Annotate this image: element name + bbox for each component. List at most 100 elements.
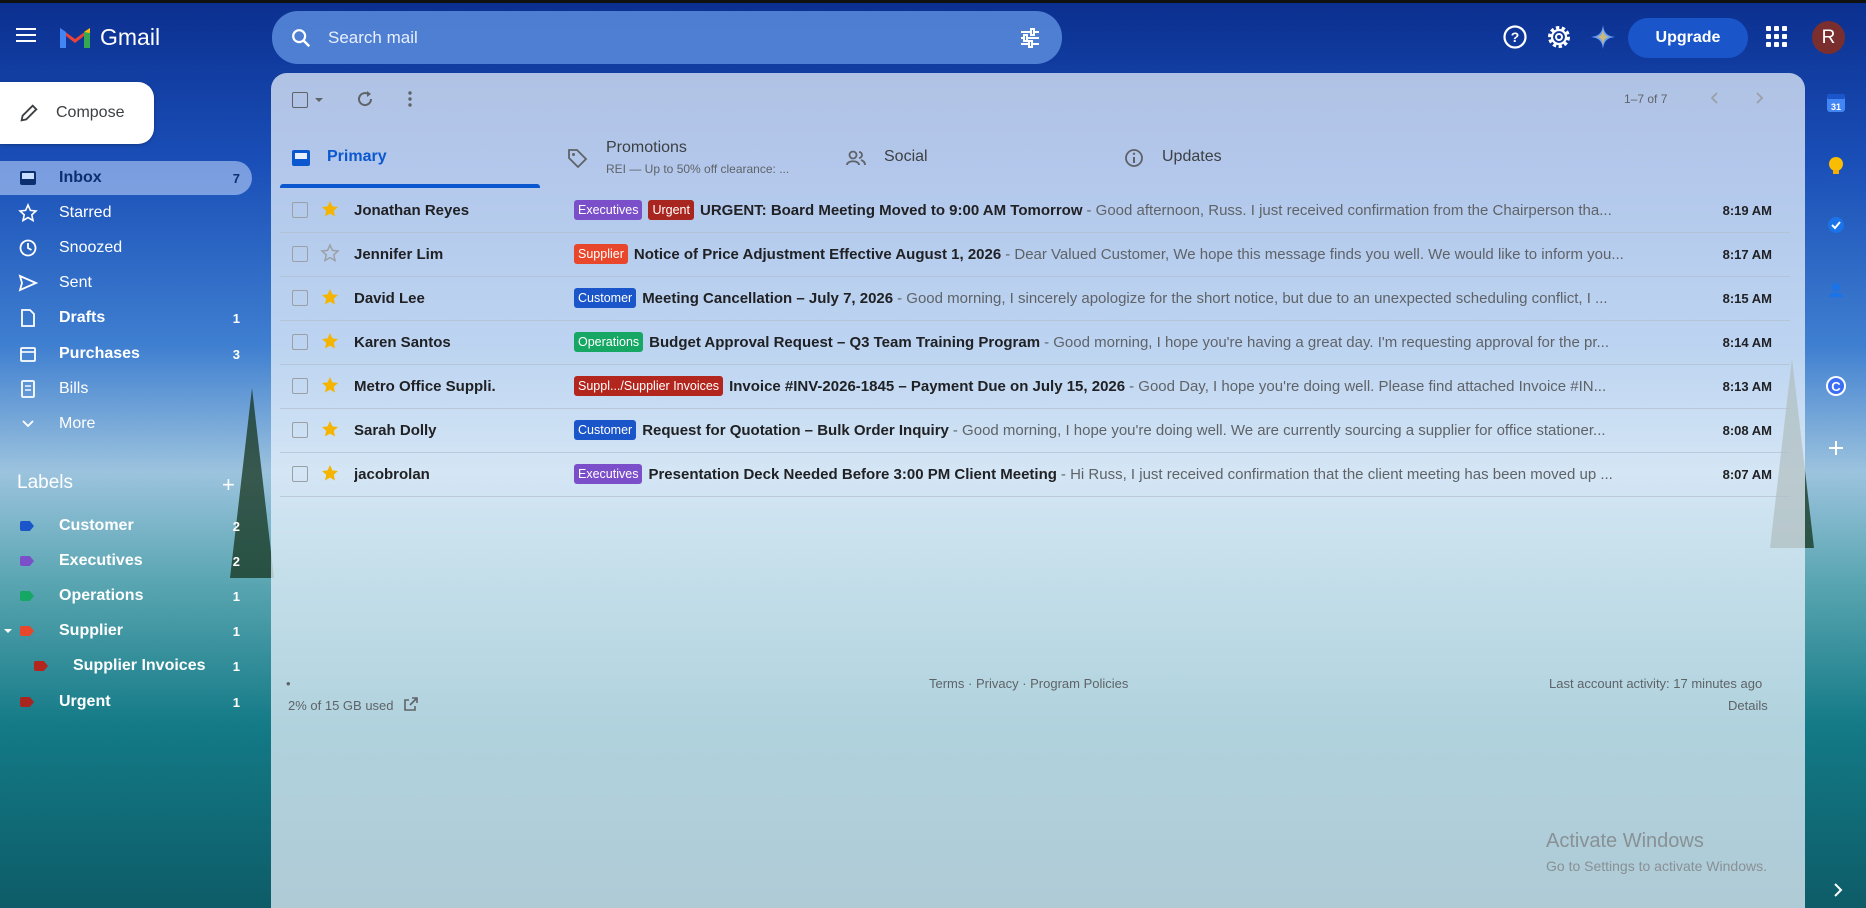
- star-icon[interactable]: [320, 331, 340, 351]
- tab-primary[interactable]: Primary: [280, 128, 540, 188]
- email-sender: Karen Santos: [354, 333, 451, 351]
- help-icon[interactable]: ?: [1501, 23, 1529, 51]
- settings-gear-icon[interactable]: [1545, 23, 1573, 51]
- search-bar[interactable]: [272, 11, 1062, 64]
- email-sender: Jennifer Lim: [354, 245, 444, 263]
- search-input[interactable]: [326, 26, 1018, 49]
- row-checkbox[interactable]: [292, 422, 308, 438]
- gemini-sparkle-icon[interactable]: [1589, 23, 1617, 51]
- email-label-chip[interactable]: Executives: [574, 464, 643, 484]
- email-row[interactable]: David Lee Customer Meeting Cancellation – …: [280, 276, 1790, 321]
- add-label-icon[interactable]: +: [222, 472, 235, 498]
- email-label-chip[interactable]: Executives: [574, 200, 643, 220]
- email-subject: Request for Quotation – Bulk Order Inqui…: [642, 421, 949, 439]
- more-options-icon[interactable]: [400, 89, 420, 109]
- email-time: 8:13 AM: [1722, 378, 1772, 394]
- star-icon[interactable]: [320, 243, 340, 263]
- nav-count: 1: [232, 623, 240, 639]
- email-label-chip[interactable]: Supplier: [574, 244, 628, 264]
- keep-icon[interactable]: [1818, 148, 1854, 184]
- nav-item-starred[interactable]: Starred: [0, 196, 252, 230]
- email-row[interactable]: Jonathan Reyes Executives Urgent URGENT: Bo…: [280, 188, 1790, 233]
- email-snippet: - Good morning, I hope you're having a g…: [1044, 333, 1610, 351]
- compose-button[interactable]: Compose: [0, 82, 154, 144]
- email-body: Customer Meeting Cancellation – July 7, 2…: [574, 288, 1866, 308]
- row-checkbox[interactable]: [292, 246, 308, 262]
- star-icon[interactable]: [320, 287, 340, 307]
- email-row[interactable]: Karen Santos Operations Budget Approval Re…: [280, 320, 1790, 365]
- nav-item-snoozed[interactable]: Snoozed: [0, 231, 252, 265]
- email-label-chip[interactable]: Customer: [574, 288, 637, 308]
- label-item-operations[interactable]: Operations 1: [0, 579, 252, 613]
- open-in-new-icon[interactable]: [403, 696, 419, 712]
- expand-panel-chevron-icon[interactable]: [1826, 878, 1850, 902]
- email-label-chip[interactable]: Urgent: [648, 200, 694, 220]
- expand-arrow-icon[interactable]: [3, 626, 13, 636]
- row-checkbox[interactable]: [292, 290, 308, 306]
- nav-label: Executives: [59, 552, 143, 569]
- search-icon[interactable]: [290, 27, 312, 49]
- upgrade-button[interactable]: Upgrade: [1628, 18, 1748, 58]
- nav-item-bills[interactable]: Bills: [0, 372, 252, 406]
- info-icon: [1125, 149, 1143, 167]
- email-label-chip[interactable]: Operations: [574, 332, 644, 352]
- label-item-supplier[interactable]: Supplier 1: [0, 614, 252, 648]
- calendar-icon[interactable]: 31: [1818, 85, 1854, 121]
- star-icon[interactable]: [320, 375, 340, 395]
- newer-chevron-left-icon[interactable]: [1706, 89, 1724, 107]
- email-row[interactable]: Metro Office Suppli. Suppl.../Supplier In…: [280, 364, 1790, 409]
- refresh-icon[interactable]: [355, 89, 375, 109]
- top-border: [0, 0, 1866, 3]
- add-addon-plus-icon[interactable]: [1818, 430, 1854, 466]
- email-row[interactable]: Jennifer Lim Supplier Notice of Price Adju…: [280, 232, 1790, 277]
- star-icon[interactable]: [320, 419, 340, 439]
- label-tag-icon: [20, 591, 34, 601]
- account-avatar[interactable]: R: [1812, 21, 1845, 54]
- bills-icon: [21, 380, 35, 398]
- select-dropdown-icon[interactable]: [314, 95, 324, 105]
- star-icon[interactable]: [320, 199, 340, 219]
- row-checkbox[interactable]: [292, 378, 308, 394]
- label-item-urgent[interactable]: Urgent 1: [0, 685, 252, 719]
- row-checkbox[interactable]: [292, 334, 308, 350]
- program-policies-link[interactable]: Program Policies: [1030, 676, 1128, 691]
- email-snippet: - Good afternoon, Russ. I just received …: [1086, 201, 1612, 219]
- terms-link[interactable]: Terms: [929, 676, 964, 691]
- row-checkbox[interactable]: [292, 202, 308, 218]
- nav-item-sent[interactable]: Sent: [0, 266, 252, 300]
- tasks-icon[interactable]: [1818, 207, 1854, 243]
- email-label-chip[interactable]: Suppl.../Supplier Invoices: [574, 376, 724, 396]
- label-item-customer[interactable]: Customer 2: [0, 509, 252, 543]
- label-item-supplier-invoices[interactable]: Supplier Invoices 1: [0, 649, 252, 683]
- email-time: 8:07 AM: [1722, 466, 1772, 482]
- nav-item-purchases[interactable]: Purchases 3: [0, 337, 252, 371]
- email-row[interactable]: Sarah Dolly Customer Request for Quotation…: [280, 408, 1790, 453]
- contacts-icon[interactable]: [1818, 272, 1854, 308]
- search-options-icon[interactable]: [1018, 26, 1042, 50]
- label-tag-icon: [20, 697, 34, 707]
- compose-label: Compose: [56, 104, 125, 121]
- label-tag-icon: [20, 521, 34, 531]
- gmail-logo[interactable]: Gmail: [58, 20, 160, 54]
- google-apps-icon[interactable]: [1766, 26, 1788, 48]
- addon-c-icon[interactable]: C: [1818, 368, 1854, 404]
- older-chevron-right-icon[interactable]: [1750, 89, 1768, 107]
- main-menu-button[interactable]: [16, 28, 36, 42]
- label-item-executives[interactable]: Executives 2: [0, 544, 252, 578]
- email-row[interactable]: jacobrolan Executives Presentation Deck Ne…: [280, 452, 1790, 497]
- row-checkbox[interactable]: [292, 466, 308, 482]
- select-all-checkbox[interactable]: [292, 92, 308, 108]
- tag-icon: [568, 149, 588, 169]
- nav-item-drafts[interactable]: Drafts 1: [0, 301, 252, 335]
- tab-updates[interactable]: Updates: [1120, 128, 1380, 188]
- star-icon: [18, 203, 38, 223]
- tab-promotions[interactable]: Promotions REI — Up to 50% off clearance…: [560, 128, 820, 188]
- tab-social[interactable]: Social: [840, 128, 1100, 188]
- privacy-link[interactable]: Privacy: [976, 676, 1019, 691]
- nav-item-more[interactable]: More: [0, 407, 252, 441]
- email-label-chip[interactable]: Customer: [574, 420, 637, 440]
- details-link[interactable]: Details: [1728, 698, 1768, 713]
- star-icon[interactable]: [320, 463, 340, 483]
- nav-item-inbox[interactable]: Inbox 7: [0, 161, 252, 195]
- nav-label: Purchases: [59, 345, 140, 362]
